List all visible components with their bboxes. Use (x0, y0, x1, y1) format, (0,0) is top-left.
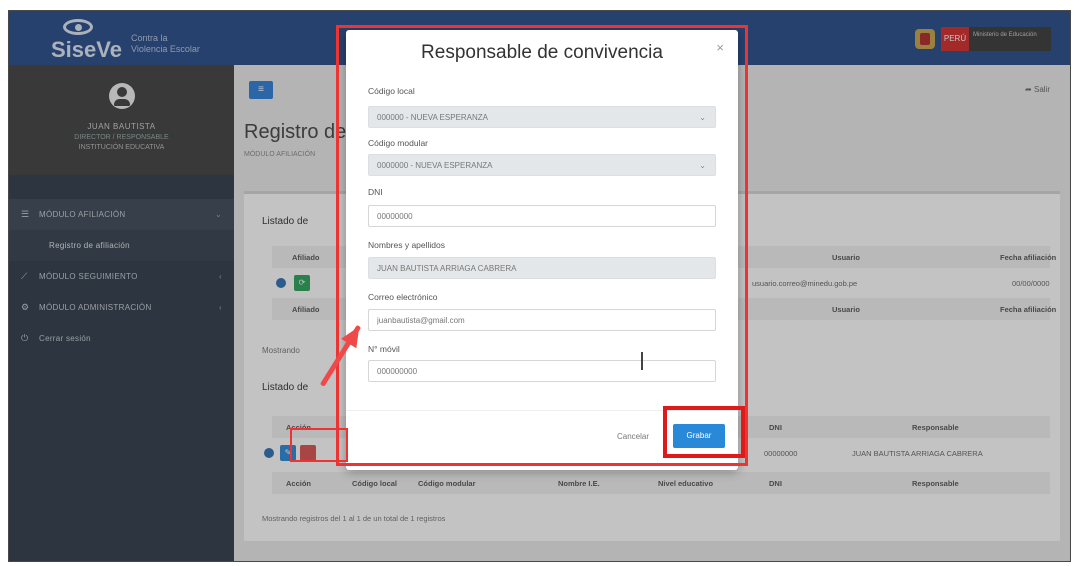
chevron-down-icon: ⌄ (699, 113, 706, 122)
movil-label: N° móvil (368, 344, 400, 354)
text-cursor (641, 352, 643, 370)
nombres-label: Nombres y apellidos (368, 240, 446, 250)
codigo-modular-value: 0000000 - NUEVA ESPERANZA (377, 160, 493, 170)
modal-title: Responsable de convivencia (421, 42, 663, 63)
responsable-modal: Responsable de convivencia × Código loca… (346, 30, 738, 470)
nombres-field: JUAN BAUTISTA ARRIAGA CABRERA (368, 257, 716, 279)
codigo-local-value: 000000 - NUEVA ESPERANZA (377, 112, 489, 122)
cancel-button[interactable]: Cancelar (608, 428, 658, 446)
codigo-modular-label: Código modular (368, 138, 429, 148)
save-button[interactable]: Grabar (673, 424, 725, 448)
codigo-local-select[interactable]: 000000 - NUEVA ESPERANZA ⌄ (368, 106, 716, 128)
correo-input[interactable] (377, 315, 715, 325)
movil-field[interactable] (368, 360, 716, 382)
modal-footer-divider (346, 410, 738, 411)
correo-label: Correo electrónico (368, 292, 438, 302)
codigo-local-label: Código local (368, 86, 415, 96)
chevron-down-icon: ⌄ (699, 161, 706, 170)
dni-label: DNI (368, 187, 383, 197)
movil-input[interactable] (377, 366, 715, 376)
dni-input[interactable] (377, 211, 715, 221)
nombres-value: JUAN BAUTISTA ARRIAGA CABRERA (377, 263, 517, 273)
close-icon[interactable]: × (716, 40, 724, 55)
correo-field[interactable] (368, 309, 716, 331)
codigo-modular-select[interactable]: 0000000 - NUEVA ESPERANZA ⌄ (368, 154, 716, 176)
dni-field[interactable] (368, 205, 716, 227)
